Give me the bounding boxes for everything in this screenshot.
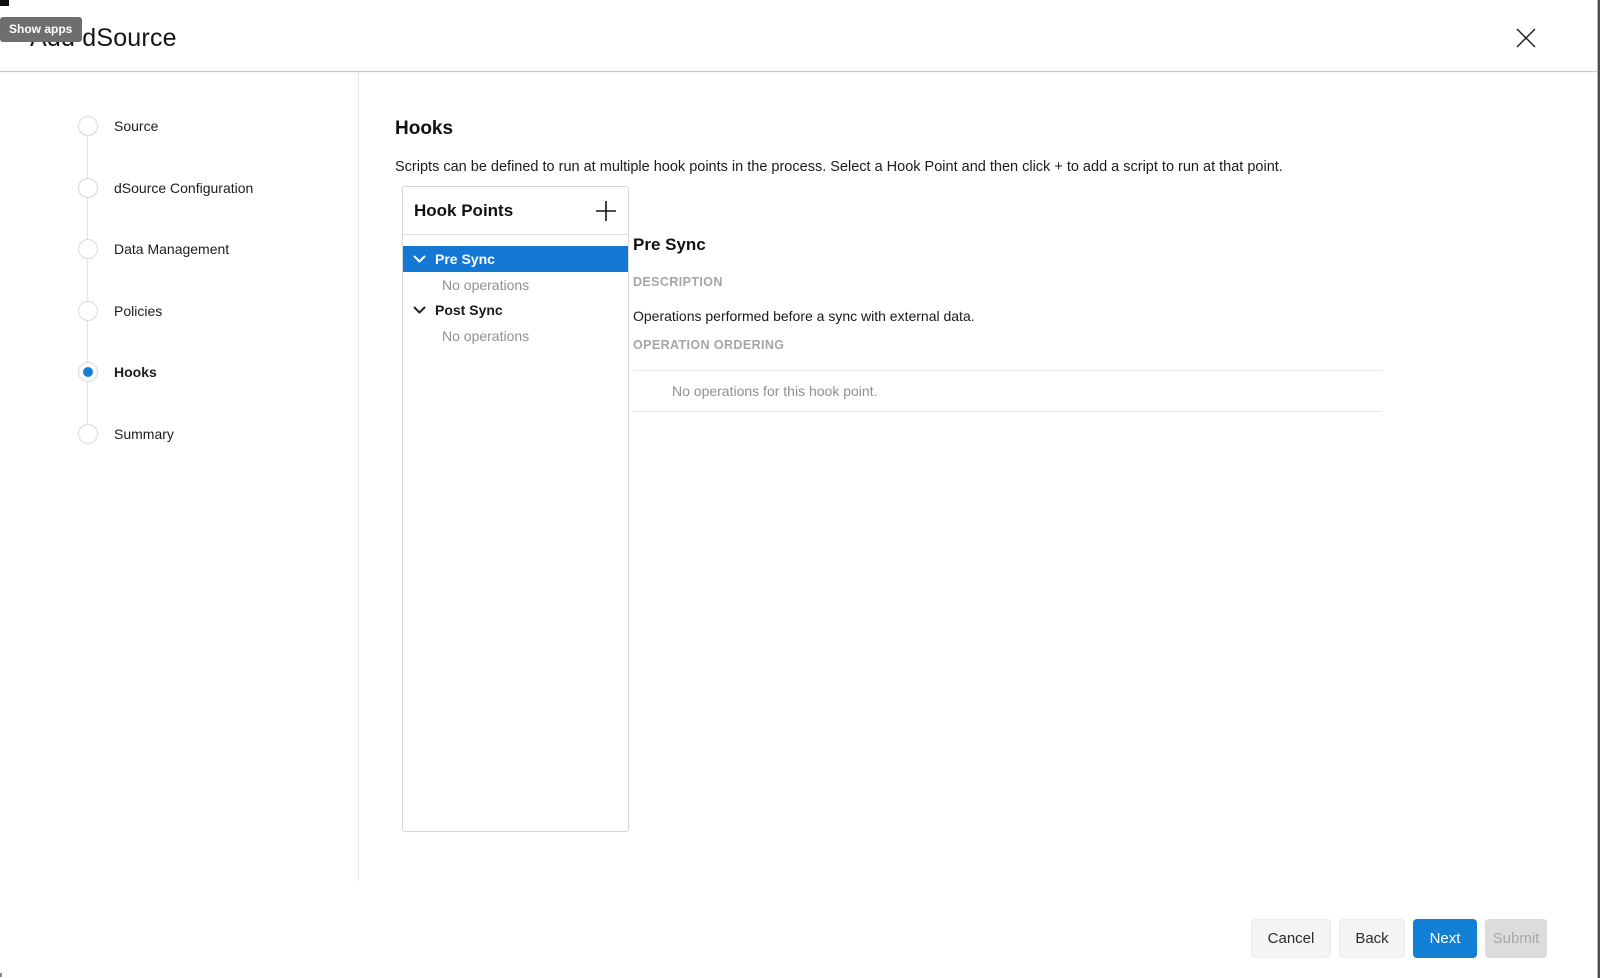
hook-points-panel: Hook Points Pre Sync No operations Post … — [402, 186, 629, 832]
cancel-button[interactable]: Cancel — [1251, 919, 1331, 958]
chevron-down-icon[interactable] — [413, 255, 426, 264]
description-text: Operations performed before a sync with … — [633, 308, 975, 324]
detail-title: Pre Sync — [633, 235, 706, 255]
submit-button[interactable]: Submit — [1485, 919, 1547, 958]
step-label: Hooks — [114, 362, 157, 382]
close-button[interactable] — [1512, 24, 1540, 52]
step-label: Source — [114, 116, 158, 136]
step-circle — [78, 116, 98, 136]
wizard-stepper: Source dSource Configuration Data Manage… — [0, 72, 359, 881]
stepper-item-policies[interactable]: Policies — [0, 301, 358, 321]
back-button[interactable]: Back — [1339, 919, 1405, 958]
hook-point-item-pre-sync[interactable]: Pre Sync — [403, 246, 628, 272]
step-label: Data Management — [114, 239, 229, 259]
step-circle — [78, 424, 98, 444]
step-label: Policies — [114, 301, 162, 321]
stepper-connector-line — [87, 126, 88, 434]
chevron-down-icon[interactable] — [413, 306, 426, 315]
hooks-step-content: Hooks Scripts can be defined to run at m… — [360, 72, 1597, 978]
hook-point-empty-label: No operations — [403, 272, 628, 297]
add-hook-button[interactable] — [592, 197, 620, 225]
step-circle — [78, 301, 98, 321]
divider — [633, 411, 1382, 412]
stepper-item-dsource-configuration[interactable]: dSource Configuration — [0, 178, 358, 198]
hooks-section-description: Scripts can be defined to run at multipl… — [395, 159, 1575, 175]
hook-point-empty-label: No operations — [403, 323, 628, 348]
step-circle — [78, 239, 98, 259]
next-button[interactable]: Next — [1413, 919, 1477, 958]
dialog-header: Add dSource — [0, 0, 1600, 72]
step-label: Summary — [114, 424, 174, 444]
operation-ordering-label: OPERATION ORDERING — [633, 338, 784, 352]
empty-operations-message: No operations for this hook point. — [672, 383, 877, 399]
description-label: DESCRIPTION — [633, 275, 723, 289]
screen-artifact — [0, 0, 9, 6]
divider — [633, 370, 1382, 371]
stepper-item-summary[interactable]: Summary — [0, 424, 358, 444]
stepper-item-hooks[interactable]: Hooks — [0, 362, 358, 382]
hook-points-list: Pre Sync No operations Post Sync No oper… — [403, 235, 628, 348]
close-icon — [1514, 26, 1538, 50]
hook-point-item-post-sync[interactable]: Post Sync — [403, 297, 628, 323]
stepper-item-data-management[interactable]: Data Management — [0, 239, 358, 259]
plus-icon — [595, 200, 617, 222]
hooks-section-title: Hooks — [395, 118, 453, 140]
hook-points-panel-header: Hook Points — [403, 187, 628, 235]
hook-point-label: Post Sync — [435, 302, 503, 318]
screen-artifact — [0, 973, 2, 977]
hook-points-title: Hook Points — [414, 201, 513, 221]
show-apps-tooltip: Show apps — [0, 17, 82, 42]
hook-point-label: Pre Sync — [435, 251, 495, 267]
stepper-item-source[interactable]: Source — [0, 116, 358, 136]
wizard-footer-actions: Cancel Back Next Submit — [1251, 919, 1547, 958]
step-label: dSource Configuration — [114, 178, 253, 198]
step-circle-active — [78, 362, 98, 382]
step-circle — [78, 178, 98, 198]
